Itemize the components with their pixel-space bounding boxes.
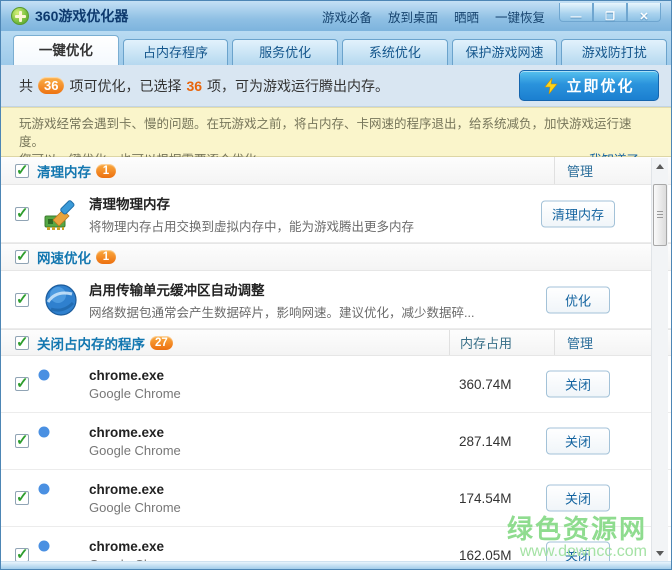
process-row: chrome.exe Google Chrome 360.74M 关闭 [1,356,671,413]
chrome-icon [43,423,79,459]
item-checkbox[interactable] [15,290,29,308]
minimize-button[interactable]: — [559,2,593,23]
process-checkbox[interactable] [15,374,29,392]
close-button[interactable]: ✕ [627,2,661,23]
optimize-button[interactable]: 优化 [546,286,610,313]
summary-middle: 项可优化，已选择 [69,77,182,94]
section-header-memory-clean: 清理内存 1 管理 [1,157,671,185]
section-count-badge: 27 [150,335,173,350]
link-one-key-restore[interactable]: 一键恢复 [495,7,545,26]
memory-brush-icon [43,196,79,232]
process-row: chrome.exe Google Chrome 287.14M 关闭 [1,413,671,470]
scroll-down-arrow-icon[interactable] [652,545,668,561]
total-count-badge: 36 [38,77,65,94]
link-game-essentials[interactable]: 游戏必备 [322,7,372,26]
summary-suffix: 项，可为游戏运行腾出内存。 [207,77,390,94]
lightning-icon [544,77,559,94]
section-title: 清理内存 [37,164,91,180]
globe-icon [43,282,79,318]
scrollbar-thumb[interactable] [653,184,667,246]
process-name: chrome.exe [89,481,165,497]
tab-protect-game-speed[interactable]: 保护游戏网速 [451,39,558,65]
window-bottom-edge [1,561,671,569]
item-checkbox[interactable] [15,204,29,222]
close-process-button[interactable]: 关闭 [546,370,610,398]
section-header-programs: 关闭占内存的程序 27 内存占用 管理 [1,329,671,356]
process-memory: 174.54M [459,490,512,506]
programs-manage-link[interactable]: 管理 [567,333,593,352]
app-logo-icon [11,7,29,25]
memory-clean-section-checkbox[interactable] [15,161,29,179]
close-process-button[interactable]: 关闭 [546,484,610,512]
selected-count: 36 [186,77,203,94]
process-vendor: Google Chrome [89,385,181,401]
process-name: chrome.exe [89,367,165,383]
optimize-now-label: 立即优化 [566,78,635,95]
summary-bar: 共 36 项可优化，已选择 36 项，可为游戏运行腾出内存。 立即优化 [1,65,671,107]
item-description: 将物理内存占用交换到虚拟内存中，能为游戏腾出更多内存 [89,219,415,234]
vertical-scrollbar[interactable] [651,158,668,561]
tab-memory-programs[interactable]: 占内存程序 [122,39,229,65]
process-vendor: Google Chrome [89,442,181,458]
notice-line1: 玩游戏经常会遇到卡、慢的问题。在玩游戏之前，将占内存、卡网速的程序退出，给系统减… [19,117,632,149]
clean-memory-button[interactable]: 清理内存 [541,200,616,227]
maximize-button[interactable]: ❐ [593,2,627,23]
process-name: chrome.exe [89,424,165,440]
tab-system-optimize[interactable]: 系统优化 [342,39,448,65]
process-row: chrome.exe Google Chrome 174.54M 关闭 [1,470,671,527]
link-share[interactable]: 晒晒 [454,7,479,26]
process-memory: 287.14M [459,433,512,449]
process-memory: 360.74M [459,376,512,392]
process-checkbox[interactable] [15,431,29,449]
window-controls: — ❐ ✕ [559,2,661,23]
optimize-now-button[interactable]: 立即优化 [519,70,659,101]
item-title: 清理物理内存 [89,196,170,212]
notice-banner: 玩游戏经常会遇到卡、慢的问题。在玩游戏之前，将占内存、卡网速的程序退出，给系统减… [1,107,671,167]
section-header-network: 网速优化 1 [1,243,671,271]
scroll-up-arrow-icon[interactable] [652,158,668,174]
app-title: 360游戏优化器 [35,8,129,24]
tab-strip: 一键优化 占内存程序 服务优化 系统优化 保护游戏网速 游戏防打扰 [1,31,671,65]
item-title: 启用传输单元缓冲区自动调整 [89,282,265,298]
network-section-checkbox[interactable] [15,247,29,265]
tab-one-key-optimize[interactable]: 一键优化 [13,35,119,65]
titlebar-links: 游戏必备 放到桌面 晒晒 一键恢复 [322,7,559,26]
app-window: 360游戏优化器 游戏必备 放到桌面 晒晒 一键恢复 — ❐ ✕ 一键优化 占内… [0,0,672,570]
tab-service-optimize[interactable]: 服务优化 [232,39,339,65]
memory-clean-manage-link[interactable]: 管理 [567,161,593,180]
chrome-icon [43,480,79,516]
section-title: 关闭占内存的程序 [37,336,145,352]
section-title: 网速优化 [37,251,91,266]
chrome-icon [43,366,79,402]
programs-section-checkbox[interactable] [15,333,29,351]
optimization-list: 清理内存 1 管理 清理物理内存 将物理内存占用交换到虚拟内存中，能为游戏腾出更… [1,157,671,569]
titlebar: 360游戏优化器 游戏必备 放到桌面 晒晒 一键恢复 — ❐ ✕ [1,1,671,31]
process-checkbox[interactable] [15,545,29,563]
process-checkbox[interactable] [15,488,29,506]
tab-game-no-disturb[interactable]: 游戏防打扰 [561,39,668,65]
column-header-memory-usage: 内存占用 [460,336,513,351]
section-count-badge: 1 [96,250,116,264]
list-item-clean-physical-memory: 清理物理内存 将物理内存占用交换到虚拟内存中，能为游戏腾出更多内存 清理内存 [1,185,671,243]
close-process-button[interactable]: 关闭 [546,427,610,455]
section-count-badge: 1 [96,163,116,178]
item-description: 网络数据包通常会产生数据碎片，影响网速。建议优化，减少数据碎... [89,305,475,320]
list-item-mtu-auto-tuning: 启用传输单元缓冲区自动调整 网络数据包通常会产生数据碎片，影响网速。建议优化，减… [1,271,671,329]
link-pin-to-desktop[interactable]: 放到桌面 [388,7,438,26]
process-vendor: Google Chrome [89,499,181,515]
summary-prefix: 共 [19,77,33,94]
process-name: chrome.exe [89,538,165,554]
